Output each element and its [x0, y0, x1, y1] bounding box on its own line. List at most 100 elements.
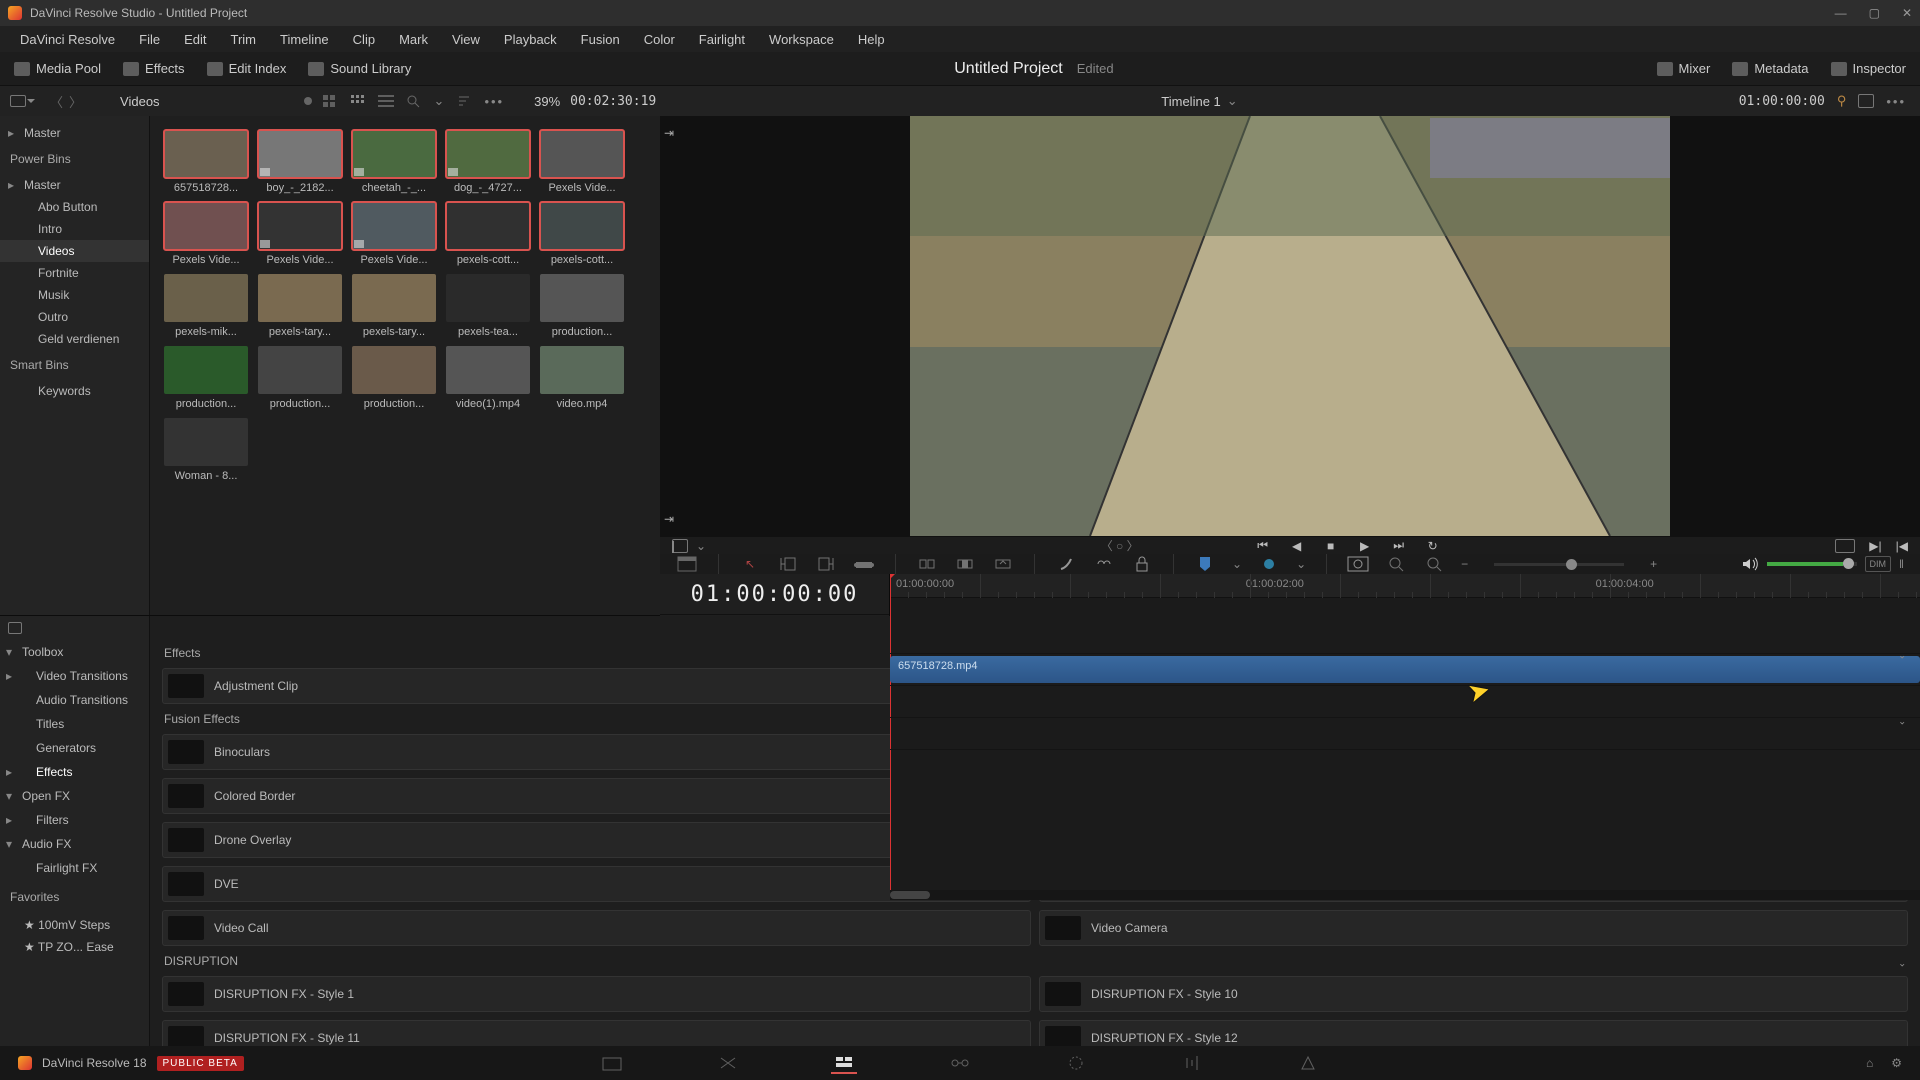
timeline-scrollbar[interactable] — [890, 890, 1920, 900]
meters-icon[interactable]: ‖ — [1899, 557, 1904, 571]
media-thumb[interactable]: pexels-tary... — [352, 274, 436, 338]
menu-mark[interactable]: Mark — [389, 28, 438, 51]
menu-fusion[interactable]: Fusion — [571, 28, 630, 51]
media-thumb[interactable]: Woman - 8... — [164, 418, 248, 482]
lock-icon[interactable] — [1131, 554, 1153, 574]
toolbox-effects[interactable]: Effects — [0, 760, 149, 784]
menu-help[interactable]: Help — [848, 28, 895, 51]
media-page-tab[interactable] — [599, 1052, 625, 1074]
media-thumb[interactable]: production... — [258, 346, 342, 410]
marker-chevron[interactable]: ⌄ — [1296, 557, 1306, 571]
menu-trim[interactable]: Trim — [221, 28, 267, 51]
toolbox-video-transitions[interactable]: Video Transitions — [0, 664, 149, 688]
timeline-timecode[interactable]: 01:00:00:00 — [660, 574, 889, 614]
strip-view-icon[interactable] — [378, 94, 394, 108]
flag-chevron[interactable]: ⌄ — [1232, 557, 1242, 571]
menu-color[interactable]: Color — [634, 28, 685, 51]
bin-fwd[interactable]: 〉 — [69, 92, 82, 111]
media-thumb[interactable]: cheetah_-_... — [352, 130, 436, 194]
effect-item[interactable]: Video Camera — [1039, 910, 1908, 946]
toolbox-audio-transitions[interactable]: Audio Transitions — [0, 688, 149, 712]
timeline-name[interactable]: Timeline 1 — [1161, 94, 1220, 109]
media-thumb[interactable]: boy_-_2182... — [258, 130, 342, 194]
detail-zoom-icon[interactable] — [1385, 554, 1407, 574]
effect-item[interactable]: DISRUPTION FX - Style 10 — [1039, 976, 1908, 1012]
volume-icon[interactable] — [1741, 556, 1759, 572]
cut-page-tab[interactable] — [715, 1052, 741, 1074]
bin-back[interactable]: 〈 — [50, 92, 63, 111]
disruption-header[interactable]: DISRUPTION — [162, 946, 1908, 976]
menu-edit[interactable]: Edit — [174, 28, 216, 51]
color-page-tab[interactable] — [1063, 1052, 1089, 1074]
effects-button[interactable]: Effects — [123, 61, 185, 76]
media-thumb[interactable]: pexels-mik... — [164, 274, 248, 338]
dim-button[interactable]: DIM — [1865, 556, 1892, 572]
inspector-button[interactable]: Inspector — [1831, 61, 1906, 76]
bin-videos[interactable]: Videos — [0, 240, 149, 262]
favorite-item[interactable]: ★ 100mV Steps — [0, 914, 149, 936]
media-pool-button[interactable]: Media Pool — [14, 61, 101, 76]
search-icon[interactable] — [406, 94, 422, 108]
sort-icon[interactable] — [456, 94, 472, 108]
match-frame-end-icon[interactable]: ⇥ — [664, 512, 678, 526]
toolbox-node[interactable]: Toolbox — [0, 640, 149, 664]
go-to-in-button[interactable]: ▶| — [1869, 539, 1881, 553]
metadata-button[interactable]: Metadata — [1732, 61, 1808, 76]
single-viewer-icon[interactable] — [1858, 94, 1874, 108]
home-icon[interactable]: ⌂ — [1866, 1056, 1873, 1070]
effect-item[interactable]: Video Call — [162, 910, 1031, 946]
stop-button[interactable]: ■ — [1323, 538, 1339, 554]
maximize-button[interactable]: ▢ — [1869, 6, 1880, 20]
bypass-icon[interactable]: ⚲ — [1837, 93, 1847, 109]
volume-slider[interactable] — [1767, 562, 1857, 566]
first-frame-button[interactable]: ⏮ — [1255, 538, 1271, 554]
media-thumb[interactable]: dog_-_4727... — [446, 130, 530, 194]
media-thumb[interactable]: pexels-cott... — [446, 202, 530, 266]
media-thumb[interactable]: video(1).mp4 — [446, 346, 530, 410]
full-screen-icon[interactable] — [1835, 539, 1855, 553]
media-thumb[interactable]: production... — [352, 346, 436, 410]
edit-index-button[interactable]: Edit Index — [207, 61, 287, 76]
menu-fairlight[interactable]: Fairlight — [689, 28, 755, 51]
trim-tool-out[interactable] — [815, 554, 837, 574]
menu-file[interactable]: File — [129, 28, 170, 51]
fusion-page-tab[interactable] — [947, 1052, 973, 1074]
insert-clip-icon[interactable] — [916, 554, 938, 574]
custom-zoom-icon[interactable] — [1423, 554, 1445, 574]
toolbox-generators[interactable]: Generators — [0, 736, 149, 760]
blade-tool[interactable] — [1055, 554, 1077, 574]
timeline-options-icon[interactable] — [676, 554, 698, 574]
favorite-item[interactable]: ★ TP ZO... Ease — [0, 936, 149, 958]
viewer-mode-chevron[interactable]: ⌄ — [696, 539, 706, 553]
play-button[interactable]: ▶ — [1357, 538, 1373, 554]
bin-fortnite[interactable]: Fortnite — [0, 262, 149, 284]
last-frame-button[interactable]: ⏭ — [1391, 538, 1407, 554]
viewer-more-icon[interactable]: ••• — [1886, 94, 1906, 109]
prev-edit-nav[interactable]: 〈 ○ 〉 — [1101, 537, 1139, 554]
effect-item[interactable]: DISRUPTION FX - Style 1 — [162, 976, 1031, 1012]
sound-library-button[interactable]: Sound Library — [308, 61, 411, 76]
marker-color[interactable] — [1258, 554, 1280, 574]
openfx-node[interactable]: Open FX — [0, 784, 149, 808]
mixer-button[interactable]: Mixer — [1657, 61, 1711, 76]
deliver-page-tab[interactable] — [1295, 1052, 1321, 1074]
timeline-ruler[interactable]: 01:00:00:0001:00:02:0001:00:04:00 — [890, 574, 1920, 598]
dynamic-trim-tool[interactable] — [853, 554, 875, 574]
thumb-view-icon[interactable] — [350, 94, 366, 108]
settings-icon[interactable]: ⚙ — [1891, 1056, 1902, 1070]
bin-geld-verdienen[interactable]: Geld verdienen — [0, 328, 149, 350]
viewer[interactable]: ⇥ ⇥ — [660, 116, 1920, 536]
media-thumb[interactable]: production... — [164, 346, 248, 410]
menu-playback[interactable]: Playback — [494, 28, 567, 51]
effect-item[interactable]: DISRUPTION FX - Style 11 — [162, 1020, 1031, 1048]
video-clip[interactable]: 657518728.mp4 — [890, 656, 1920, 683]
bin-abo-button[interactable]: Abo Button — [0, 196, 149, 218]
media-thumb[interactable]: Pexels Vide... — [540, 130, 624, 194]
link-icon[interactable] — [1093, 554, 1115, 574]
viewer-zoom[interactable]: 39% — [534, 94, 560, 109]
zoom-slider[interactable] — [1494, 563, 1624, 566]
filters-node[interactable]: Filters — [0, 808, 149, 832]
fairlightfx-node[interactable]: Fairlight FX — [0, 856, 149, 880]
list-view-icon[interactable] — [322, 94, 338, 108]
loop-button[interactable]: ↻ — [1425, 538, 1441, 554]
